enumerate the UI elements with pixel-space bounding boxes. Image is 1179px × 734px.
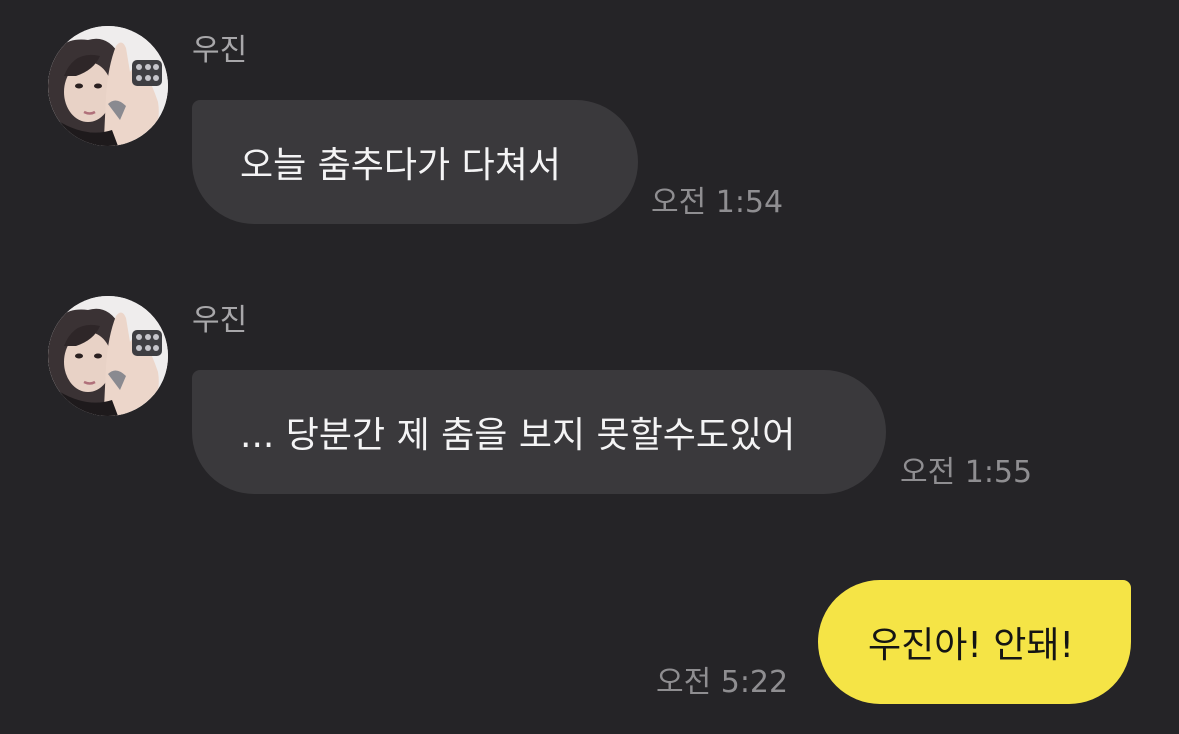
avatar-photo — [48, 296, 168, 416]
sender-avatar[interactable] — [48, 296, 168, 416]
sender-avatar[interactable] — [48, 26, 168, 146]
message-bubble-incoming[interactable]: 오늘 춤추다가 다쳐서 — [192, 100, 638, 224]
chat-thread: 우진 오늘 춤추다가 다쳐서 오전 1:54 우진 ... 당분간 제 춤을 보 — [0, 0, 1179, 734]
message-text: ... 당분간 제 춤을 보지 못할수도있어 — [240, 415, 796, 456]
message-timestamp: 오전 1:54 — [651, 185, 784, 220]
message-bubble-incoming[interactable]: ... 당분간 제 춤을 보지 못할수도있어 — [192, 370, 886, 494]
message-timestamp: 오전 1:55 — [900, 455, 1033, 490]
sender-name: 우진 — [192, 303, 248, 338]
message-text: 오늘 춤추다가 다쳐서 — [240, 145, 561, 186]
message-timestamp: 오전 5:22 — [656, 665, 789, 700]
message-bubble-outgoing[interactable]: 우진아! 안돼! — [818, 580, 1131, 704]
message-text: 우진아! 안돼! — [868, 625, 1074, 666]
sender-name: 우진 — [192, 33, 248, 68]
avatar-photo — [48, 26, 168, 146]
